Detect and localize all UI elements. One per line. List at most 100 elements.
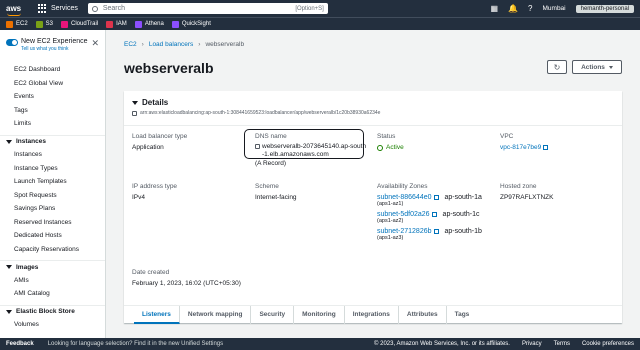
sidebar-item-spot-requests[interactable]: Spot Requests: [0, 189, 105, 203]
search-shortcut: [Option+S]: [295, 5, 324, 12]
search-input[interactable]: Search [Option+S]: [87, 3, 328, 14]
external-link-icon: [431, 211, 437, 217]
sidebar-item-reserved-instances[interactable]: Reserved Instances: [0, 216, 105, 230]
account-menu[interactable]: hemanth-personal: [575, 4, 634, 13]
sidebar-item-instance-types[interactable]: Instance Types: [0, 162, 105, 176]
region-selector[interactable]: Mumbai: [543, 5, 566, 12]
notifications-icon[interactable]: 🔔: [508, 4, 518, 13]
vpc-field: VPC vpc-817e7be9: [500, 133, 549, 152]
sidebar-section-images[interactable]: Images: [0, 260, 105, 274]
date-created-label: Date created: [132, 269, 170, 276]
cloudshell-icon[interactable]: ▦: [491, 4, 499, 13]
collapse-icon: [132, 100, 138, 105]
sidebar-section-instances[interactable]: Instances: [0, 134, 105, 149]
feedback-button[interactable]: Feedback: [6, 341, 34, 347]
terms-link[interactable]: Terms: [554, 341, 570, 347]
external-link-icon: [433, 228, 439, 234]
favorite-ec2[interactable]: EC2: [6, 20, 28, 28]
subnet-link[interactable]: subnet-5df02a26: [377, 211, 430, 218]
az-item: subnet-5df02a26 (aps1-az2) ap-south-1c: [377, 211, 482, 224]
lb-type-field: Load balancer type Application: [132, 133, 187, 152]
sidebar-item-ec2-dashboard[interactable]: EC2 Dashboard: [0, 63, 105, 77]
refresh-button[interactable]: ↻: [547, 60, 567, 74]
favorite-quicksight[interactable]: QuickSight: [171, 20, 211, 28]
status-badge: Active: [386, 144, 404, 151]
iam-icon: [106, 20, 114, 28]
tab-attributes[interactable]: Attributes: [399, 305, 447, 324]
sidebar-item-instances[interactable]: Instances: [0, 148, 105, 162]
chevron-right-icon: ›: [141, 41, 144, 48]
sidebar-item-amis[interactable]: AMIs: [0, 274, 105, 288]
sidebar-item-volumes[interactable]: Volumes: [0, 318, 105, 332]
sidebar-item-capacity-reservations[interactable]: Capacity Reservations: [0, 243, 105, 257]
close-icon[interactable]: ✕: [91, 38, 99, 49]
subnet-link[interactable]: subnet-886644e0: [377, 194, 432, 201]
breadcrumb: EC2 › Load balancers › webserveralb: [124, 41, 244, 48]
subnet-link[interactable]: subnet-2712826b: [377, 228, 432, 235]
search-icon: [91, 5, 98, 12]
az-id: (aps1-az1): [377, 201, 404, 207]
favorite-iam[interactable]: IAM: [106, 20, 127, 28]
sidebar-item-limits[interactable]: Limits: [0, 117, 105, 131]
details-title: Details: [142, 98, 169, 107]
copy-icon[interactable]: [132, 110, 137, 116]
tab-listeners[interactable]: Listeners: [134, 305, 180, 324]
top-navigation-bar: aws Services Search [Option+S] ▦ 🔔 ? Mum…: [0, 0, 640, 17]
tab-security[interactable]: Security: [251, 305, 295, 324]
az-id: (aps1-az2): [377, 218, 404, 224]
services-menu[interactable]: Services: [51, 5, 78, 12]
sidebar-item-ec2-global-view[interactable]: EC2 Global View: [0, 77, 105, 91]
actions-button[interactable]: Actions: [572, 60, 622, 74]
date-created-field: Date created February 1, 2023, 16:02 (UT…: [132, 269, 241, 288]
expand-icon: [6, 265, 12, 270]
aws-logo[interactable]: aws: [6, 5, 24, 16]
cookie-preferences-link[interactable]: Cookie preferences: [582, 341, 634, 347]
quicksight-icon: [171, 20, 179, 28]
new-experience-toggle[interactable]: [6, 39, 18, 46]
cloudtrail-icon: [61, 20, 69, 28]
tab-tags[interactable]: Tags: [447, 306, 478, 324]
az-item: subnet-2712826b (aps1-az3) ap-south-1b: [377, 228, 482, 241]
sidebar-item-tags[interactable]: Tags: [0, 104, 105, 118]
tab-integrations[interactable]: Integrations: [345, 305, 399, 324]
new-experience-title: New EC2 Experience: [21, 38, 88, 45]
chevron-right-icon: ›: [198, 41, 201, 48]
language-notice[interactable]: Looking for language selection? Find it …: [48, 341, 223, 347]
sidebar-item-events[interactable]: Events: [0, 90, 105, 104]
az-item: subnet-886644e0 (aps1-az1) ap-south-1a: [377, 194, 482, 207]
favorite-cloudtrail[interactable]: CloudTrail: [61, 20, 98, 28]
sidebar-item-launch-templates[interactable]: Launch Templates: [0, 175, 105, 189]
sidebar-item-dedicated-hosts[interactable]: Dedicated Hosts: [0, 229, 105, 243]
scheme-label: Scheme: [255, 183, 279, 190]
az-id: (aps1-az3): [377, 235, 404, 241]
ip-type-field: IP address type IPv4: [132, 183, 177, 202]
help-icon[interactable]: ?: [528, 4, 532, 13]
ec2-icon: [6, 20, 13, 28]
privacy-link[interactable]: Privacy: [522, 341, 542, 347]
az-zone: ap-south-1b: [444, 228, 482, 235]
sidebar-section-ebs[interactable]: Elastic Block Store: [0, 304, 105, 319]
check-circle-icon: [377, 145, 383, 151]
feedback-link[interactable]: Tell us what you think: [21, 46, 88, 52]
lb-type-label: Load balancer type: [132, 133, 188, 140]
services-grid-icon[interactable]: [38, 4, 47, 13]
breadcrumb-load-balancers[interactable]: Load balancers: [149, 41, 193, 48]
status-label: Status: [377, 133, 396, 140]
details-header[interactable]: Details: [132, 98, 168, 107]
hosted-zone-label: Hosted zone: [500, 183, 537, 190]
page-title: webserveralb: [124, 60, 214, 76]
hosted-zone-field: Hosted zone ZP97RAFLXTNZK: [500, 183, 553, 202]
favorite-athena[interactable]: Athena: [134, 20, 164, 28]
dns-record-type: (A Record): [255, 160, 287, 167]
dns-highlight-box: [244, 129, 364, 159]
expand-icon: [6, 309, 12, 314]
tabs-bar: Listeners Network mapping Security Monit…: [124, 305, 622, 324]
sidebar-item-savings-plans[interactable]: Savings Plans: [0, 202, 105, 216]
tab-network-mapping[interactable]: Network mapping: [180, 305, 252, 324]
tab-monitoring[interactable]: Monitoring: [294, 305, 345, 324]
sidebar-item-ami-catalog[interactable]: AMI Catalog: [0, 287, 105, 301]
lb-type-value: Application: [132, 144, 164, 151]
vpc-link[interactable]: vpc-817e7be9: [500, 144, 541, 151]
breadcrumb-ec2[interactable]: EC2: [124, 41, 137, 48]
favorite-s3[interactable]: S3: [35, 20, 53, 28]
